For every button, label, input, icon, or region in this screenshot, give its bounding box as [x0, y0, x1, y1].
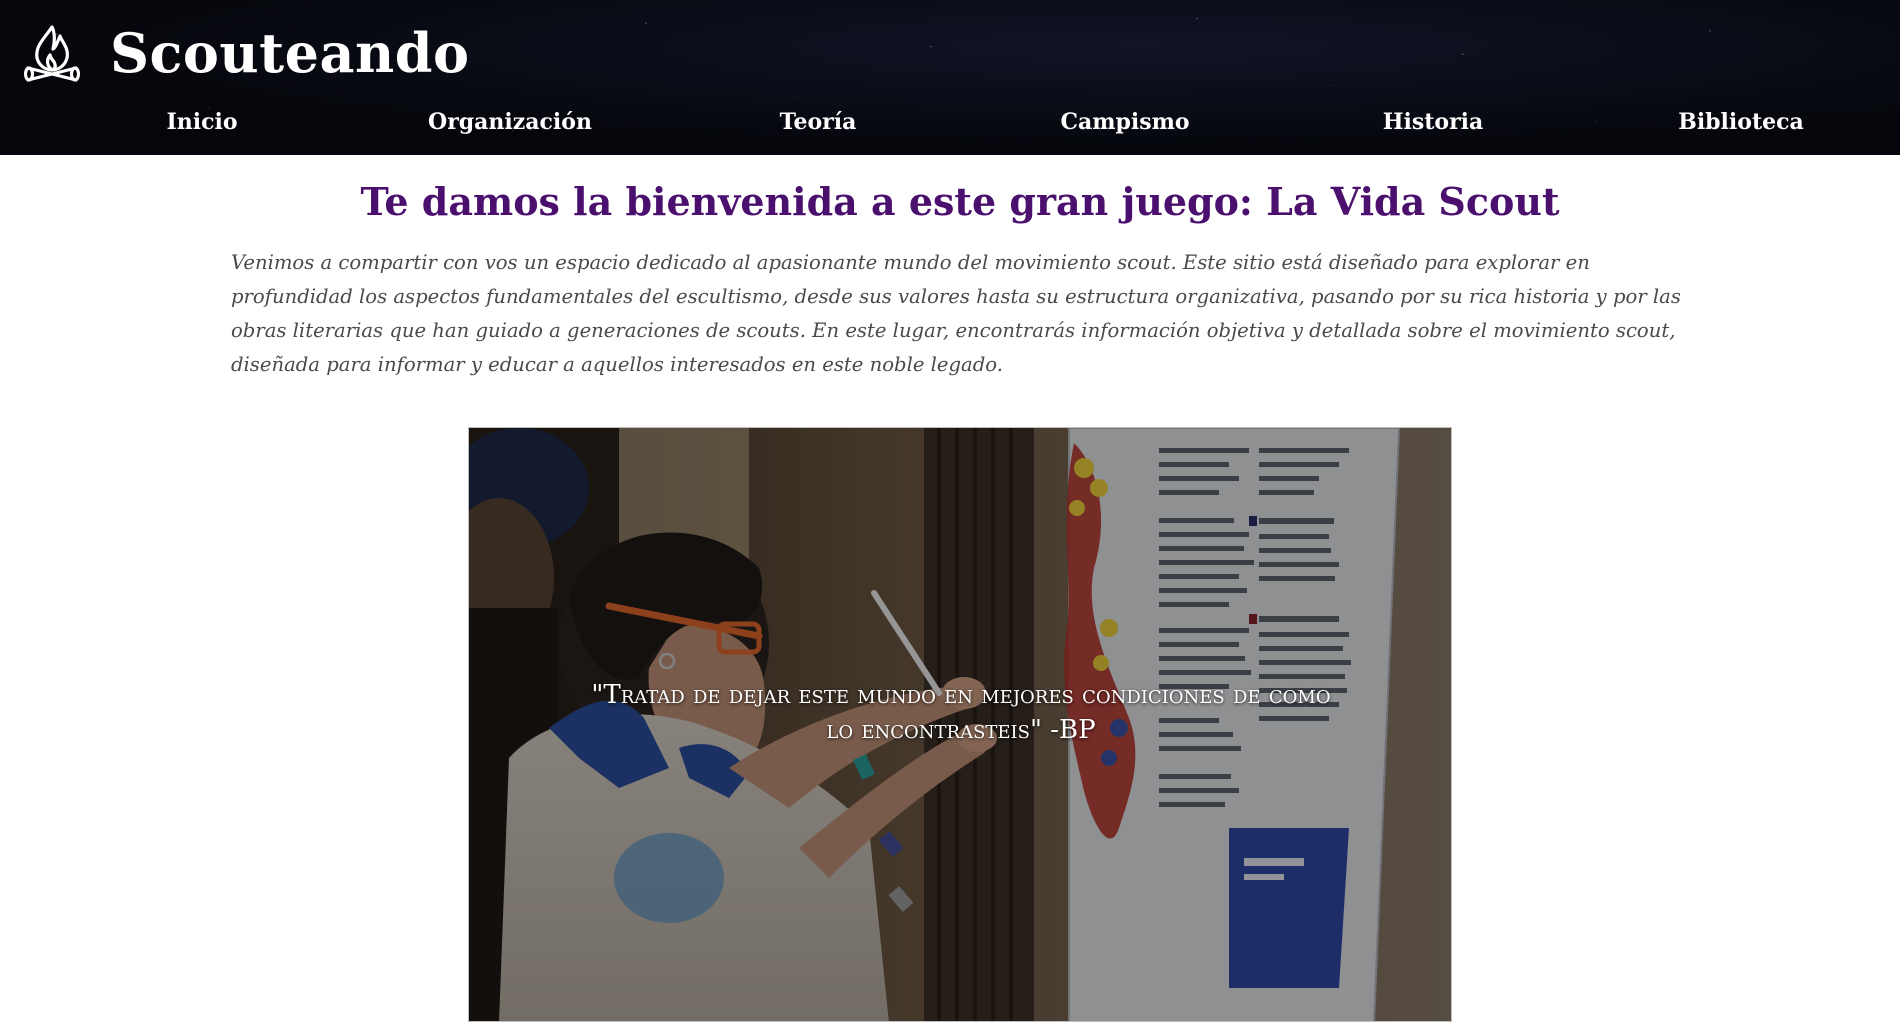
- nav-item-teoria[interactable]: Teoría: [698, 102, 938, 142]
- main-nav: Inicio Organización Teoría Campismo Hist…: [0, 102, 1900, 142]
- hero-quote: "Tratad de dejar este mundo en mejores c…: [591, 680, 1331, 745]
- site-name[interactable]: Scouteando: [110, 18, 469, 88]
- page-title: Te damos la bienvenida a este gran juego…: [360, 179, 1560, 224]
- brand-logo-link[interactable]: [22, 18, 82, 88]
- campfire-icon: [23, 25, 81, 82]
- nav-item-organizacion[interactable]: Organización: [390, 102, 630, 142]
- site-header: Scouteando Inicio Organización Teoría Ca…: [0, 0, 1900, 155]
- nav-item-campismo[interactable]: Campismo: [1005, 102, 1245, 142]
- nav-item-historia[interactable]: Historia: [1313, 102, 1553, 142]
- nav-item-biblioteca[interactable]: Biblioteca: [1621, 102, 1861, 142]
- hero-banner: "Tratad de dejar este mundo en mejores c…: [468, 427, 1452, 1022]
- intro-paragraph: Venimos a compartir con vos un espacio d…: [231, 251, 1681, 376]
- nav-item-inicio[interactable]: Inicio: [82, 102, 322, 142]
